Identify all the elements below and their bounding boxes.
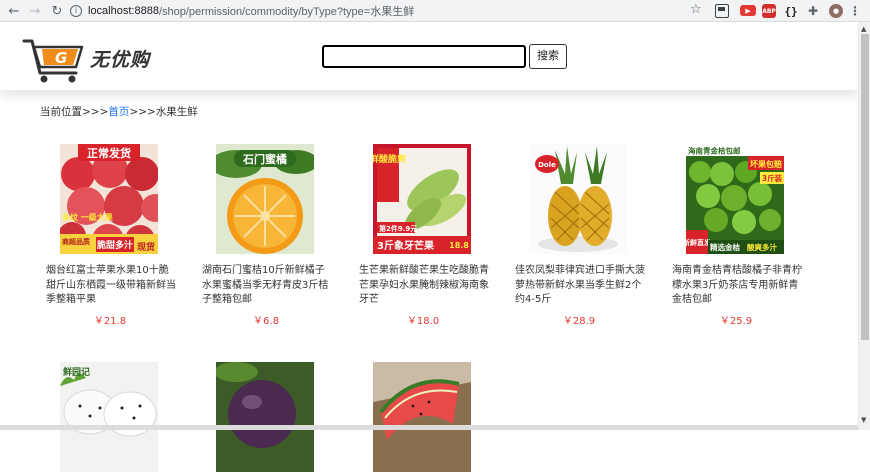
product-image-banner: 海南青金桔包邮 (688, 146, 741, 156)
product-title[interactable]: 佳农凤梨菲律宾进口手撕大菠萝热带新鲜水果当季生鲜2个约4-5斤 (515, 264, 645, 308)
svg-text:第2件9.9元: 第2件9.9元 (379, 224, 417, 233)
breadcrumb-prefix: 当前位置>>> (40, 106, 109, 118)
breadcrumb-home-link[interactable]: 首页 (108, 106, 129, 118)
extensions-puzzle-icon[interactable]: ✚ (806, 4, 820, 18)
bookmark-star-icon[interactable]: ☆ (690, 2, 702, 17)
svg-text:商超品质: 商超品质 (62, 237, 90, 246)
json-viewer-extension-icon[interactable]: {} (783, 4, 799, 18)
scroll-up-arrow-icon[interactable]: ▲ (861, 25, 866, 33)
product-image[interactable]: 鲜酸脆爽 第2件9.9元 3斤象牙芒果 18.8 (373, 144, 471, 254)
search-input[interactable] (322, 45, 526, 68)
svg-text:条纹 一级大果: 条纹 一级大果 (61, 212, 113, 222)
reload-icon[interactable]: ↻ (47, 1, 67, 21)
vertical-scrollbar[interactable]: ▲ ▼ (858, 22, 870, 430)
product-price: ￥21.8 (93, 316, 127, 327)
product-image-banner: 鲜园记 (63, 366, 90, 378)
product-price: ￥28.9 (562, 316, 596, 327)
browser-toolbar: ← → ↻ i localhost:8888/shop/permission/c… (0, 0, 870, 22)
tab-manager-extension-icon[interactable] (715, 4, 729, 18)
breadcrumb: 当前位置>>>首页>>>水果生鲜 (40, 104, 198, 119)
address-bar[interactable]: i localhost:8888/shop/permission/commodi… (70, 1, 710, 20)
product-image-banner: 鲜酸脆爽 (373, 153, 406, 165)
product-title[interactable]: 烟台红富士苹果水果10十脆甜斤山东栖霞一级带箱新鲜当季整箱平果 (46, 264, 176, 308)
product-image[interactable] (216, 362, 314, 472)
brand-name: 无优购 (90, 49, 151, 71)
product-image[interactable]: 海南青金桔包邮 坏果包赔 3斤装 新鲜直发 精选金桔 酸爽多汁 (686, 144, 784, 254)
product-price: ￥18.0 (406, 316, 440, 327)
horizontal-scrollbar[interactable] (0, 425, 858, 430)
svg-text:3斤象牙芒果: 3斤象牙芒果 (377, 239, 435, 252)
svg-text:坏果包赔: 坏果包赔 (750, 159, 782, 169)
breadcrumb-separator: >>> (129, 106, 156, 118)
svg-text:精选金桔: 精选金桔 (710, 242, 740, 252)
scrollbar-thumb[interactable] (861, 34, 869, 340)
svg-text:脆甜多汁: 脆甜多汁 (96, 239, 133, 251)
url-host: localhost:8888 (88, 4, 159, 17)
product-price: ￥6.8 (253, 316, 279, 327)
product-image-badge: Dole (538, 161, 556, 169)
breadcrumb-current: 水果生鲜 (155, 106, 198, 118)
product-image[interactable]: 石门蜜橘 (216, 144, 314, 254)
back-icon[interactable]: ← (4, 1, 24, 21)
svg-text:3斤装: 3斤装 (762, 173, 783, 183)
product-price: ￥25.9 (719, 316, 753, 327)
search-button[interactable]: 搜索 (529, 44, 567, 69)
forward-icon[interactable]: → (25, 1, 45, 21)
browser-menu-icon[interactable]: ⋮ (849, 4, 861, 18)
product-title[interactable]: 生芒果新鲜酸芒果生吃酸脆青芒果孕妇水果腌制辣椒海南象牙芒 (359, 264, 489, 308)
product-image-banner: 正常发货 (87, 146, 131, 160)
video-extension-icon[interactable]: ▶ (740, 5, 756, 16)
svg-text:酸爽多汁: 酸爽多汁 (747, 242, 777, 252)
product-image-banner: 石门蜜橘 (242, 152, 287, 166)
site-logo[interactable]: G 无优购 (22, 35, 152, 83)
product-image[interactable]: 鲜园记 (60, 362, 158, 472)
product-image[interactable]: Dole (529, 144, 627, 254)
adblock-extension-icon[interactable]: ABP (762, 4, 776, 18)
shopping-cart-logo-icon: G (22, 39, 84, 83)
product-title[interactable]: 海南青金桔青桔酸橘子非青柠檬水果3斤奶茶店专用新鲜青金桔包邮 (672, 264, 802, 308)
profile-avatar-icon[interactable]: ● (829, 4, 843, 18)
svg-text:18.8: 18.8 (449, 241, 469, 250)
svg-text:现货: 现货 (137, 241, 155, 253)
logo-letter: G (55, 49, 67, 67)
site-info-icon[interactable]: i (70, 4, 82, 17)
scroll-down-arrow-icon[interactable]: ▼ (861, 416, 866, 424)
product-image[interactable]: 正常发货 条纹 一级大果 商超品质 脆甜多汁 现货 (60, 144, 158, 254)
product-title[interactable]: 湖南石门蜜桔10斤新鲜橘子水果蜜橘当季无籽青皮3斤桔子整箱包邮 (202, 264, 332, 308)
url-path: /shop/permission/commodity/byType?type=水… (158, 5, 415, 18)
product-image[interactable] (373, 362, 471, 472)
site-header: G 无优购 搜索 (0, 22, 858, 90)
